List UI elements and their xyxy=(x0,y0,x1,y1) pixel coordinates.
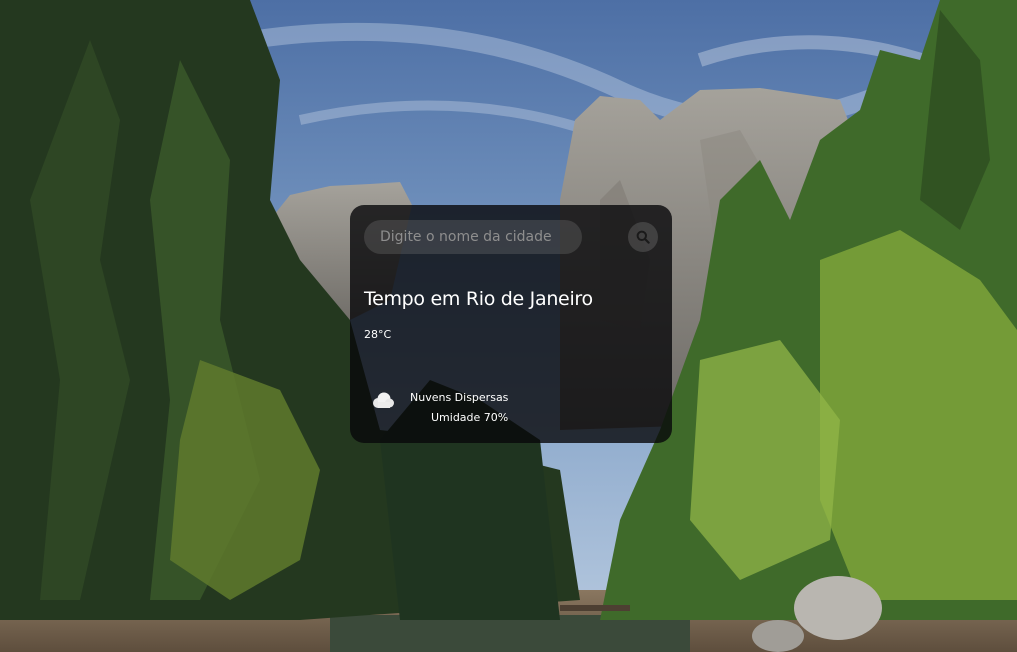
cloud-icon xyxy=(370,391,396,411)
search-icon xyxy=(636,230,650,244)
temperature: 28°C xyxy=(364,328,392,341)
city-search-input[interactable] xyxy=(364,220,582,254)
weather-description: Nuvens Dispersas xyxy=(410,391,509,404)
search-bar xyxy=(364,220,658,254)
search-button[interactable] xyxy=(628,222,658,252)
weather-condition: Nuvens Dispersas Umidade 70% xyxy=(370,391,508,424)
humidity: Umidade 70% xyxy=(431,411,509,424)
weather-card: Tempo em Rio de Janeiro 28°C Nuvens Disp… xyxy=(350,205,672,443)
city-title: Tempo em Rio de Janeiro xyxy=(364,288,593,310)
